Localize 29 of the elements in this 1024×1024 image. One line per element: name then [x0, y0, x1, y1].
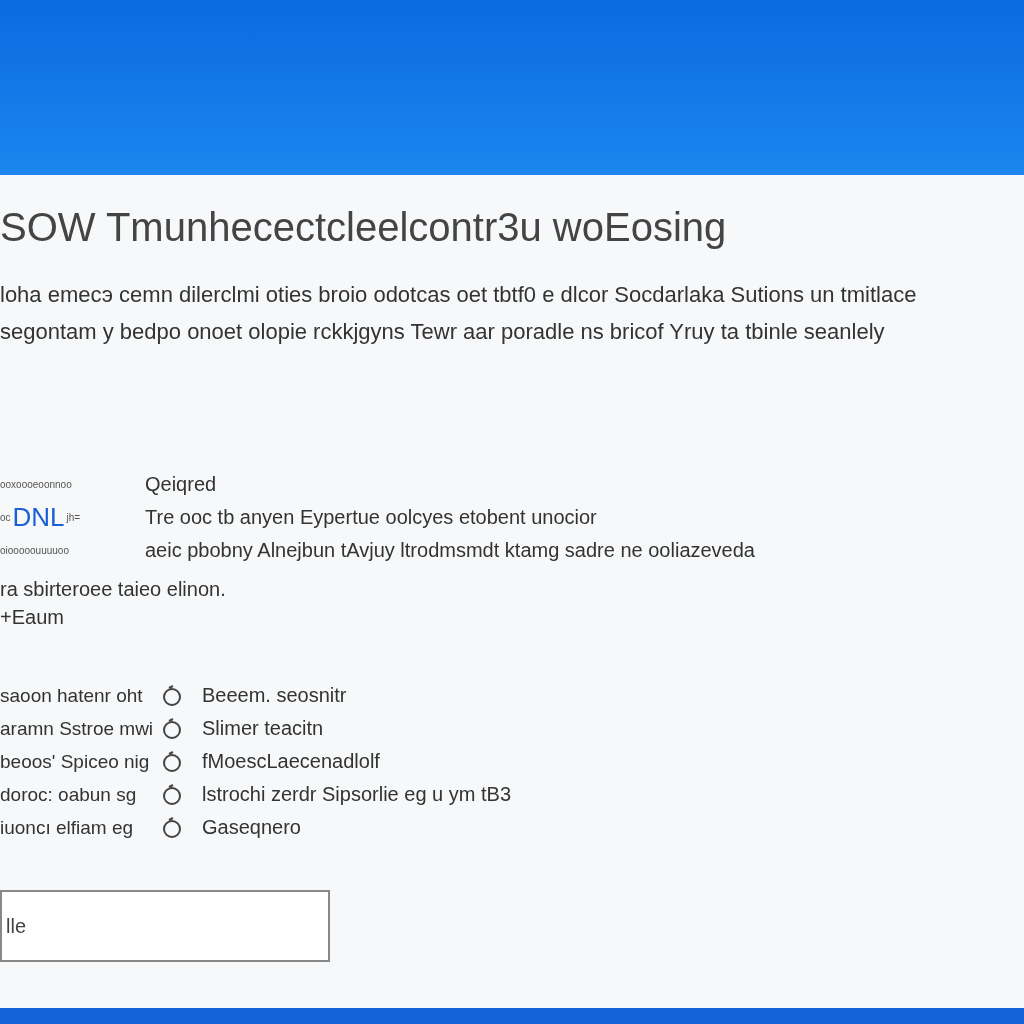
circle-icon	[160, 716, 184, 741]
field-label: ooxoooeoonnoo	[0, 479, 72, 490]
note-text: +Eaum	[0, 605, 65, 630]
field-label: oc	[0, 512, 11, 523]
input-field[interactable]: lle	[0, 890, 330, 962]
item-value: fMoescLaecenadlolf	[202, 750, 380, 773]
item-label: saoon hatenr oht	[0, 684, 144, 707]
item-value: Gaseqnero	[202, 816, 301, 839]
item-value: lstrochi zerdr Sipsorlie eg u ym tB3	[202, 783, 511, 806]
link[interactable]: DNL	[12, 502, 65, 533]
item-label: doroc: oabun sg	[0, 783, 138, 806]
page-title: SOW Tmunhecectcleelcontr3u woEosing	[0, 205, 728, 250]
field-label: jh=	[66, 512, 81, 523]
item-value: Beeem. seosnitr	[202, 684, 347, 707]
item-label: iuoncı elfiam eg	[0, 816, 135, 839]
circle-icon	[160, 782, 184, 807]
description-text: segontam y bedpo onoet olopie rckkjgyns Tewr aar poradle ns bricof Yruy ta tbinle seanlely	[0, 318, 886, 346]
item-value: Slimer teacitn	[202, 717, 324, 740]
circle-icon	[160, 749, 184, 774]
circle-icon	[160, 683, 184, 708]
circle-icon	[160, 815, 184, 840]
field-label: oiooooouuuuoo	[0, 545, 69, 556]
item-label: beoos' Spiceo nig	[0, 750, 151, 773]
field-value: aeic pbobny Alnejbun tAvjuy ltrodmsmdt ktamg sadre ne ooliazeveda	[145, 539, 755, 562]
note-text: ra sbirteroee taieo elinon.	[0, 577, 227, 602]
field-value: Qeiqred	[145, 473, 217, 496]
item-label: aramn Sstroe mwi	[0, 717, 155, 740]
field-value: Tre ooc tb anyen Eypertue oolcyes etobent unocior	[145, 506, 597, 529]
description-text: loha emeсэ cemn dilerclmi oties broio odotcas oet tbtf0 e dlcor Socdarlaka Sutions un tmitlace	[0, 281, 918, 309]
